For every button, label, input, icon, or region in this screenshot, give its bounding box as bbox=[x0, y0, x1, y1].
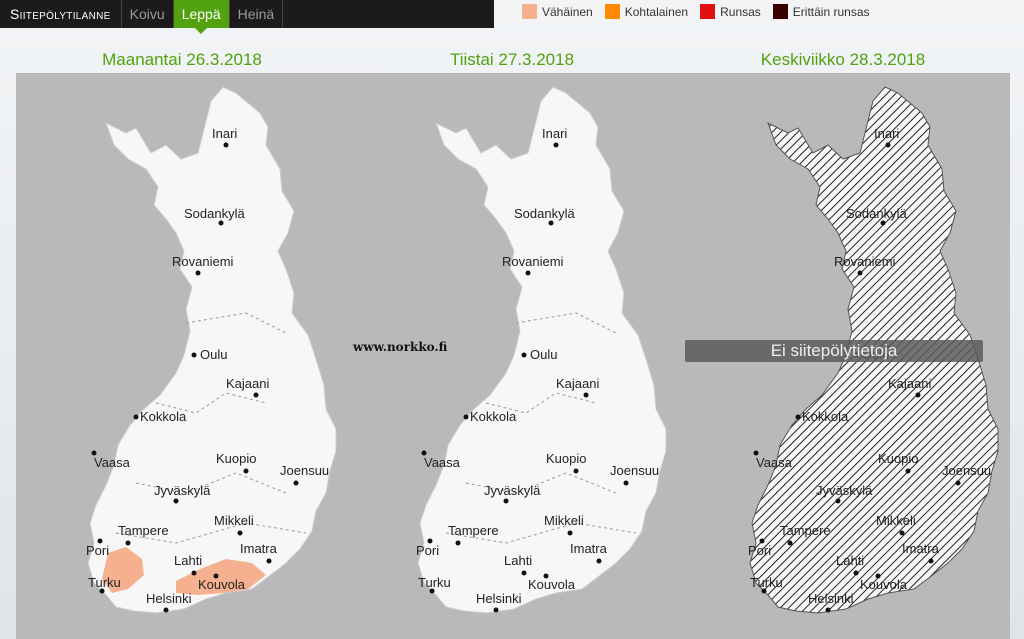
legend-label: Vähäinen bbox=[542, 4, 593, 19]
no-data-banner: Ei siitepölytietoja bbox=[685, 340, 983, 362]
map-panel: Inari Sodankylä Rovaniemi Oulu Kajaani Kokkol… bbox=[16, 73, 1010, 639]
city-label-imatra: Imatra bbox=[902, 541, 940, 556]
legend-label: Kohtalainen bbox=[624, 4, 689, 19]
city-label-helsinki: Helsinki bbox=[476, 591, 522, 606]
city-label-vaasa: Vaasa bbox=[424, 455, 461, 470]
city-label-kokkola: Kokkola bbox=[470, 409, 517, 424]
legend-item-vahainen: Vähäinen bbox=[522, 4, 593, 19]
city-label-kouvola: Kouvola bbox=[198, 577, 246, 592]
city-label-rovaniemi: Rovaniemi bbox=[834, 254, 896, 269]
watermark: www.norkko.fi bbox=[353, 340, 448, 354]
legend-item-runsas: Runsas bbox=[700, 4, 761, 19]
city-label-lahti: Lahti bbox=[836, 553, 864, 568]
pollen-legend: Vähäinen Kohtalainen Runsas Erittäin run… bbox=[522, 4, 882, 19]
city-label-turku: Turku bbox=[418, 575, 451, 590]
city-label-helsinki: Helsinki bbox=[146, 591, 192, 606]
city-label-vaasa: Vaasa bbox=[94, 455, 131, 470]
city-label-mikkeli: Mikkeli bbox=[876, 513, 916, 528]
city-label-pori: Pori bbox=[86, 543, 109, 558]
city-label-oulu: Oulu bbox=[530, 347, 557, 362]
city-label-kajaani: Kajaani bbox=[226, 376, 269, 391]
city-label-inari: Inari bbox=[212, 126, 237, 141]
city-label-sodankylä: Sodankylä bbox=[514, 206, 575, 221]
city-label-tampere: Tampere bbox=[118, 523, 169, 538]
legend-item-kohtalainen: Kohtalainen bbox=[604, 4, 689, 19]
city-label-imatra: Imatra bbox=[570, 541, 608, 556]
city-label-tampere: Tampere bbox=[448, 523, 499, 538]
city-label-joensuu: Joensuu bbox=[942, 463, 991, 478]
city-label-jyväskylä: Jyväskylä bbox=[816, 483, 873, 498]
city-label-rovaniemi: Rovaniemi bbox=[502, 254, 564, 269]
city-label-kuopio: Kuopio bbox=[546, 451, 586, 466]
city-label-imatra: Imatra bbox=[240, 541, 278, 556]
city-label-jyväskylä: Jyväskylä bbox=[154, 483, 211, 498]
city-label-tampere: Tampere bbox=[780, 523, 831, 538]
city-label-inari: Inari bbox=[874, 126, 899, 141]
city-label-lahti: Lahti bbox=[174, 553, 202, 568]
city-label-kouvola: Kouvola bbox=[860, 577, 908, 592]
city-label-joensuu: Joensuu bbox=[610, 463, 659, 478]
city-label-inari: Inari bbox=[542, 126, 567, 141]
city-label-turku: Turku bbox=[750, 575, 783, 590]
day-title-tuesday: Tiistai 27.3.2018 bbox=[449, 50, 575, 69]
legend-swatch bbox=[700, 4, 716, 19]
city-label-lahti: Lahti bbox=[504, 553, 532, 568]
city-label-mikkeli: Mikkeli bbox=[544, 513, 584, 528]
legend-swatch bbox=[522, 4, 537, 19]
city-label-kajaani: Kajaani bbox=[556, 376, 599, 391]
city-label-joensuu: Joensuu bbox=[280, 463, 329, 478]
legend-label: Runsas bbox=[720, 4, 761, 19]
city-label-kokkola: Kokkola bbox=[802, 409, 849, 424]
city-label-sodankylä: Sodankylä bbox=[184, 206, 245, 221]
day-title-monday: Maanantai 26.3.2018 bbox=[102, 50, 262, 69]
city-label-jyväskylä: Jyväskylä bbox=[484, 483, 541, 498]
city-label-kouvola: Kouvola bbox=[528, 577, 576, 592]
day-title-wednesday: Keskiviikko 28.3.2018 bbox=[760, 50, 926, 69]
city-label-oulu: Oulu bbox=[200, 347, 227, 362]
legend-label: Erittäin runsas bbox=[792, 4, 870, 19]
city-label-kajaani: Kajaani bbox=[888, 376, 931, 391]
top-navigation: Siitepölytilanne Koivu Leppä Heinä bbox=[0, 0, 494, 34]
city-label-pori: Pori bbox=[748, 543, 771, 558]
city-label-mikkeli: Mikkeli bbox=[214, 513, 254, 528]
tab-leppa[interactable]: Leppä bbox=[173, 0, 230, 34]
city-label-kuopio: Kuopio bbox=[878, 451, 918, 466]
city-label-vaasa: Vaasa bbox=[756, 455, 793, 470]
tab-heina[interactable]: Heinä bbox=[230, 0, 284, 28]
city-label-sodankylä: Sodankylä bbox=[846, 206, 907, 221]
legend-swatch bbox=[604, 4, 620, 19]
city-label-rovaniemi: Rovaniemi bbox=[172, 254, 234, 269]
city-label-kuopio: Kuopio bbox=[216, 451, 256, 466]
legend-swatch bbox=[772, 4, 788, 19]
city-label-kokkola: Kokkola bbox=[140, 409, 187, 424]
city-label-turku: Turku bbox=[88, 575, 121, 590]
legend-item-erittain-runsas: Erittäin runsas bbox=[772, 4, 870, 19]
city-label-pori: Pori bbox=[416, 543, 439, 558]
tab-koivu[interactable]: Koivu bbox=[122, 0, 174, 28]
nav-title: Siitepölytilanne bbox=[0, 0, 122, 28]
city-label-helsinki: Helsinki bbox=[808, 591, 854, 606]
